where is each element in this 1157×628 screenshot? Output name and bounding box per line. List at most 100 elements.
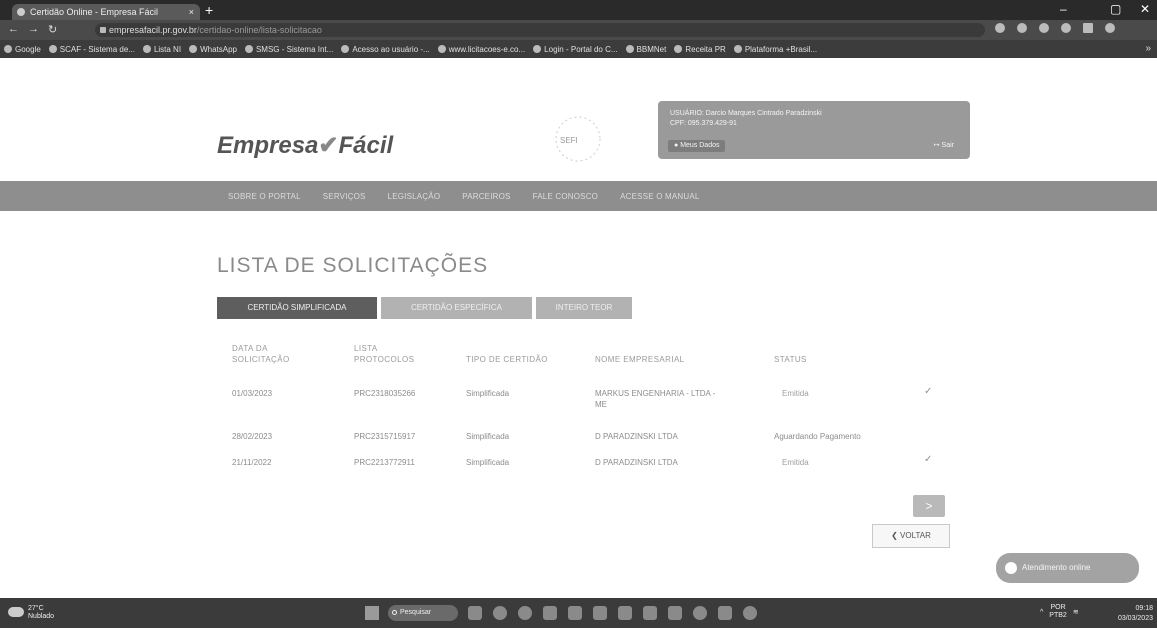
forward-arrow-icon[interactable]: → (28, 23, 39, 35)
next-page-button[interactable]: > (913, 495, 945, 517)
url-field[interactable]: empresafacil.pr.gov.br/certidao-online/l… (95, 23, 985, 37)
voltar-button[interactable]: ❮ VOLTAR (872, 524, 950, 548)
tab-certidao-simplificada[interactable]: CERTIDÃO SIMPLIFICADA (217, 297, 377, 319)
profile-icon[interactable] (1105, 23, 1115, 33)
bookmark-icon (533, 45, 542, 53)
chevron-left-icon: ❮ (891, 531, 901, 540)
row-status: Emitida (782, 389, 809, 398)
bookmark-icon (341, 45, 350, 53)
close-tab-icon[interactable]: × (189, 4, 194, 20)
menu-item-manual[interactable]: ACESSE O MANUAL (620, 192, 699, 201)
file-explorer-icon[interactable] (543, 606, 557, 620)
row-protocol[interactable]: PRC2318035266 (354, 388, 415, 399)
user-cpf: CPF: 095.379.429-91 (670, 120, 737, 127)
bookmark-item[interactable]: BBMNet (625, 45, 666, 54)
url-host: empresafacil.pr.gov.br (109, 25, 197, 35)
bookmark-item[interactable]: SCAF - Sistema de... (48, 45, 135, 54)
bookmark-item[interactable]: Login - Portal do C... (533, 45, 618, 54)
atendimento-online-button[interactable]: Atendimento online (996, 553, 1139, 583)
bookmark-icon (733, 45, 742, 53)
bookmark-item[interactable]: www.licitacoes-e.co... (437, 45, 525, 54)
app-icon[interactable] (693, 606, 707, 620)
url-path: /certidao-online/lista-solicitacao (196, 25, 322, 35)
app-icon[interactable] (593, 606, 607, 620)
app-icon[interactable] (743, 606, 757, 620)
bookmark-icon (48, 45, 57, 53)
window-close-icon[interactable]: ✕ (1140, 2, 1150, 16)
row-name: MARKUS ENGENHARIA - LTDA - ME (595, 389, 716, 409)
app-icon[interactable] (643, 606, 657, 620)
app-icon[interactable] (618, 606, 632, 620)
back-arrow-icon[interactable]: ← (8, 23, 19, 35)
chrome-icon[interactable] (518, 606, 532, 620)
reload-icon[interactable]: ↻ (48, 23, 57, 36)
bookmark-item[interactable]: Lista NI (142, 45, 181, 54)
extensions-icon[interactable] (1061, 23, 1071, 33)
bookmark-icon (437, 45, 446, 53)
star-icon[interactable] (1039, 23, 1049, 33)
bookmark-icon (674, 45, 683, 53)
browser-tab[interactable]: Certidão Online - Empresa Fácil × (12, 4, 200, 20)
task-view-icon[interactable] (468, 606, 482, 620)
row-status: Emitida (782, 458, 809, 467)
tab-certidao-especifica[interactable]: CERTIDÃO ESPECÍFICA (381, 297, 532, 319)
row-date: 28/02/2023 (232, 432, 273, 441)
share-icon[interactable] (1017, 23, 1027, 33)
maximize-icon[interactable]: ▢ (1110, 2, 1121, 16)
menu-item-parceiros[interactable]: PARCEIROS (462, 192, 510, 201)
user-name: USUÁRIO: Darcio Marques Cintrado Paradzi… (670, 110, 822, 117)
search-icon (392, 610, 397, 615)
logout-button[interactable]: ↦ Sair (928, 140, 960, 152)
row-status: Aguardando Pagamento (774, 432, 861, 441)
bookmark-item[interactable]: Receita PR (674, 45, 726, 54)
column-header-nome: NOME EMPRESARIAL (595, 355, 685, 364)
row-type: Simplificada (466, 458, 510, 467)
meus-dados-button[interactable]: ● Meus Dados (668, 140, 726, 152)
column-header-protocolos: LISTA PROTOCOLOS (354, 344, 415, 364)
sidepanel-icon[interactable] (1083, 23, 1093, 33)
bookmark-item[interactable]: WhatsApp (189, 45, 237, 54)
google-lens-icon[interactable] (995, 23, 1005, 33)
store-icon[interactable] (568, 606, 582, 620)
row-protocol[interactable]: PRC2213772911 (354, 457, 415, 468)
app-icon[interactable] (668, 606, 682, 620)
minimize-icon[interactable]: – (1060, 2, 1067, 16)
empresa-facil-logo[interactable]: Empresa✔Fácil (217, 131, 393, 160)
bookmark-icon (625, 45, 634, 53)
bookmark-item[interactable]: Plataforma +Brasil... (733, 45, 817, 54)
check-icon[interactable]: ✓ (924, 454, 932, 465)
menu-item-legislacao[interactable]: LEGISLAÇÃO (388, 192, 441, 201)
menu-item-fale-conosco[interactable]: FALE CONOSCO (533, 192, 599, 201)
tab-inteiro-teor[interactable]: INTEIRO TEOR (536, 297, 632, 319)
bookmark-item[interactable]: SMSG - Sistema Int... (244, 45, 333, 54)
menu-item-sobre[interactable]: SOBRE O PORTAL (228, 192, 301, 201)
app-icon[interactable] (718, 606, 732, 620)
clock[interactable]: 09:18 03/03/2023 (1118, 604, 1153, 624)
taskbar-search[interactable]: Pesquisar (388, 605, 458, 621)
logout-icon: ↦ (933, 142, 942, 149)
lock-icon (100, 27, 106, 33)
windows-start-icon[interactable] (365, 606, 379, 620)
checkmark-logo-icon: ✔ (318, 132, 339, 159)
bookmark-icon (189, 45, 198, 53)
row-type: Simplificada (466, 432, 510, 441)
chat-app-icon[interactable] (493, 606, 507, 620)
check-icon[interactable]: ✓ (924, 386, 932, 397)
wifi-icon[interactable]: ≋ (1073, 608, 1079, 616)
column-header-tipo: TIPO DE CERTIDÃO (466, 355, 548, 364)
row-protocol[interactable]: PRC2315715917 (354, 431, 415, 442)
tab-title: Certidão Online - Empresa Fácil (30, 7, 159, 17)
weather-widget[interactable]: 27°C Nublado (8, 605, 54, 621)
new-tab-button[interactable]: + (205, 2, 213, 18)
more-bookmarks-icon[interactable]: » (1145, 43, 1151, 54)
bookmark-item[interactable]: Acesso ao usuário -... (341, 45, 430, 54)
certidao-tabs: CERTIDÃO SIMPLIFICADA CERTIDÃO ESPECÍFIC… (217, 297, 632, 319)
menu-item-servicos[interactable]: SERVIÇOS (323, 192, 366, 201)
chevron-up-icon[interactable]: ^ (1040, 609, 1043, 616)
user-info-box: USUÁRIO: Darcio Marques Cintrado Paradzi… (658, 101, 970, 159)
row-name: D PARADZINSKI LTDA (595, 432, 678, 441)
column-header-status: STATUS (774, 355, 807, 364)
row-date: 01/03/2023 (232, 389, 273, 398)
language-indicator[interactable]: POR PTB2 (1049, 604, 1067, 620)
bookmark-item[interactable]: Google (4, 45, 41, 54)
